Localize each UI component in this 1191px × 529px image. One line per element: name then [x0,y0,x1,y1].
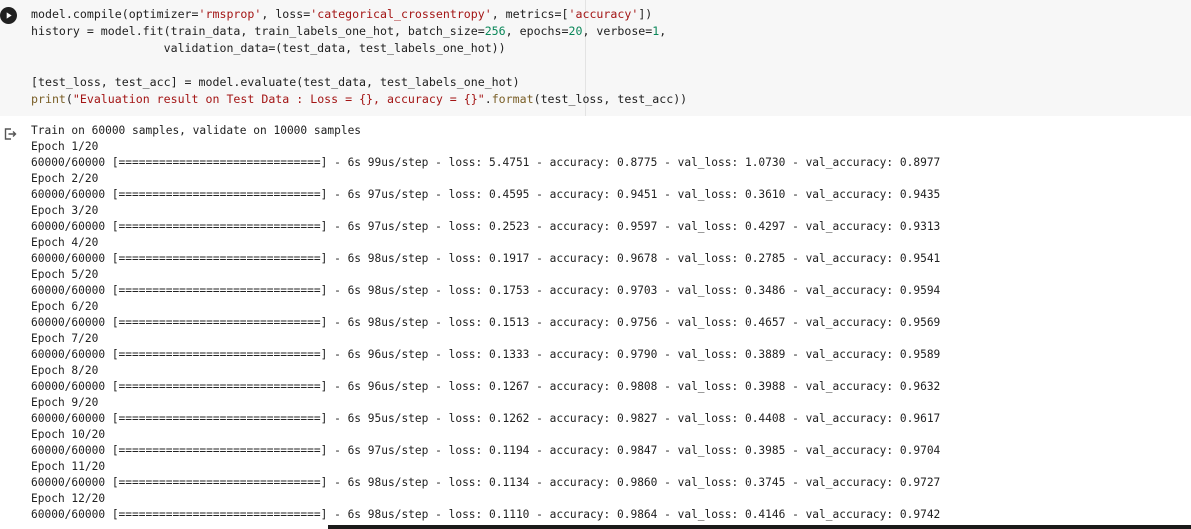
output-line: Epoch 2/20 [31,172,99,185]
output-line: 60000/60000 [===========================… [31,380,941,393]
run-cell-button[interactable] [0,7,17,24]
output-line: 60000/60000 [===========================… [31,412,941,425]
code-token: "Evaluation result on Test Data : Loss =… [72,92,485,106]
code-token: format [491,92,534,106]
output-line: Epoch 11/20 [31,460,106,473]
output-line: 60000/60000 [===========================… [31,348,941,361]
code-line: history = model.fit(train_data, train_la… [31,23,1191,40]
output-line: Epoch 8/20 [31,364,99,377]
code-token: . [484,92,492,106]
play-icon [6,12,12,19]
cell-output: Train on 60000 samples, validate on 1000… [31,123,1191,523]
output-line: 60000/60000 [===========================… [31,444,941,457]
code-token: 20 [568,24,583,38]
output-line: 60000/60000 [===========================… [31,252,941,265]
output-arrow-icon[interactable] [3,127,17,141]
code-token: , metrics=[ [491,7,569,21]
code-line: print("Evaluation result on Test Data : … [31,91,1191,108]
output-line: 60000/60000 [===========================… [31,284,941,297]
code-token: , loss= [261,7,311,21]
output-line: 60000/60000 [===========================… [31,188,941,201]
code-token: history = model.fit(train_data, train_la… [31,24,485,38]
code-cell-input: model.compile(optimizer='rmsprop', loss=… [0,0,1191,116]
output-line: Epoch 5/20 [31,268,99,281]
code-token: , [659,24,667,38]
output-line: 60000/60000 [===========================… [31,220,941,233]
output-line: 60000/60000 [===========================… [31,476,941,489]
output-line: Epoch 6/20 [31,300,99,313]
output-line: 60000/60000 [===========================… [31,156,941,169]
output-line: Epoch 9/20 [31,396,99,409]
code-token: 256 [484,24,506,38]
code-token: 'categorical_crossentropy' [310,7,492,21]
code-token: ( [65,92,73,106]
output-line: Epoch 3/20 [31,204,99,217]
output-line: Epoch 1/20 [31,140,99,153]
horizontal-scrollbar[interactable] [328,525,1191,529]
output-line: Epoch 4/20 [31,236,99,249]
code-token: , epochs= [505,24,569,38]
code-token: 'accuracy' [568,7,639,21]
code-line: model.compile(optimizer='rmsprop', loss=… [31,6,1191,23]
code-line: validation_data=(test_data, test_labels_… [31,40,1191,57]
code-token: model.compile(optimizer= [31,7,199,21]
code-token: validation_data=(test_data, test_labels_… [31,41,506,55]
output-line: Epoch 10/20 [31,428,106,441]
output-line: Train on 60000 samples, validate on 1000… [31,124,362,137]
code-editor[interactable]: model.compile(optimizer='rmsprop', loss=… [31,6,1191,108]
code-token: , verbose= [582,24,653,38]
output-line: Epoch 12/20 [31,492,106,505]
code-token: [test_loss, test_acc] = model.evaluate(t… [31,75,520,89]
code-line: [test_loss, test_acc] = model.evaluate(t… [31,74,1191,91]
code-token: print [31,92,66,106]
code-token: ]) [638,7,653,21]
code-token: 'rmsprop' [198,7,262,21]
output-line: 60000/60000 [===========================… [31,508,941,521]
output-line: 60000/60000 [===========================… [31,316,941,329]
code-token: (test_loss, test_acc)) [533,92,688,106]
output-line: Epoch 7/20 [31,332,99,345]
